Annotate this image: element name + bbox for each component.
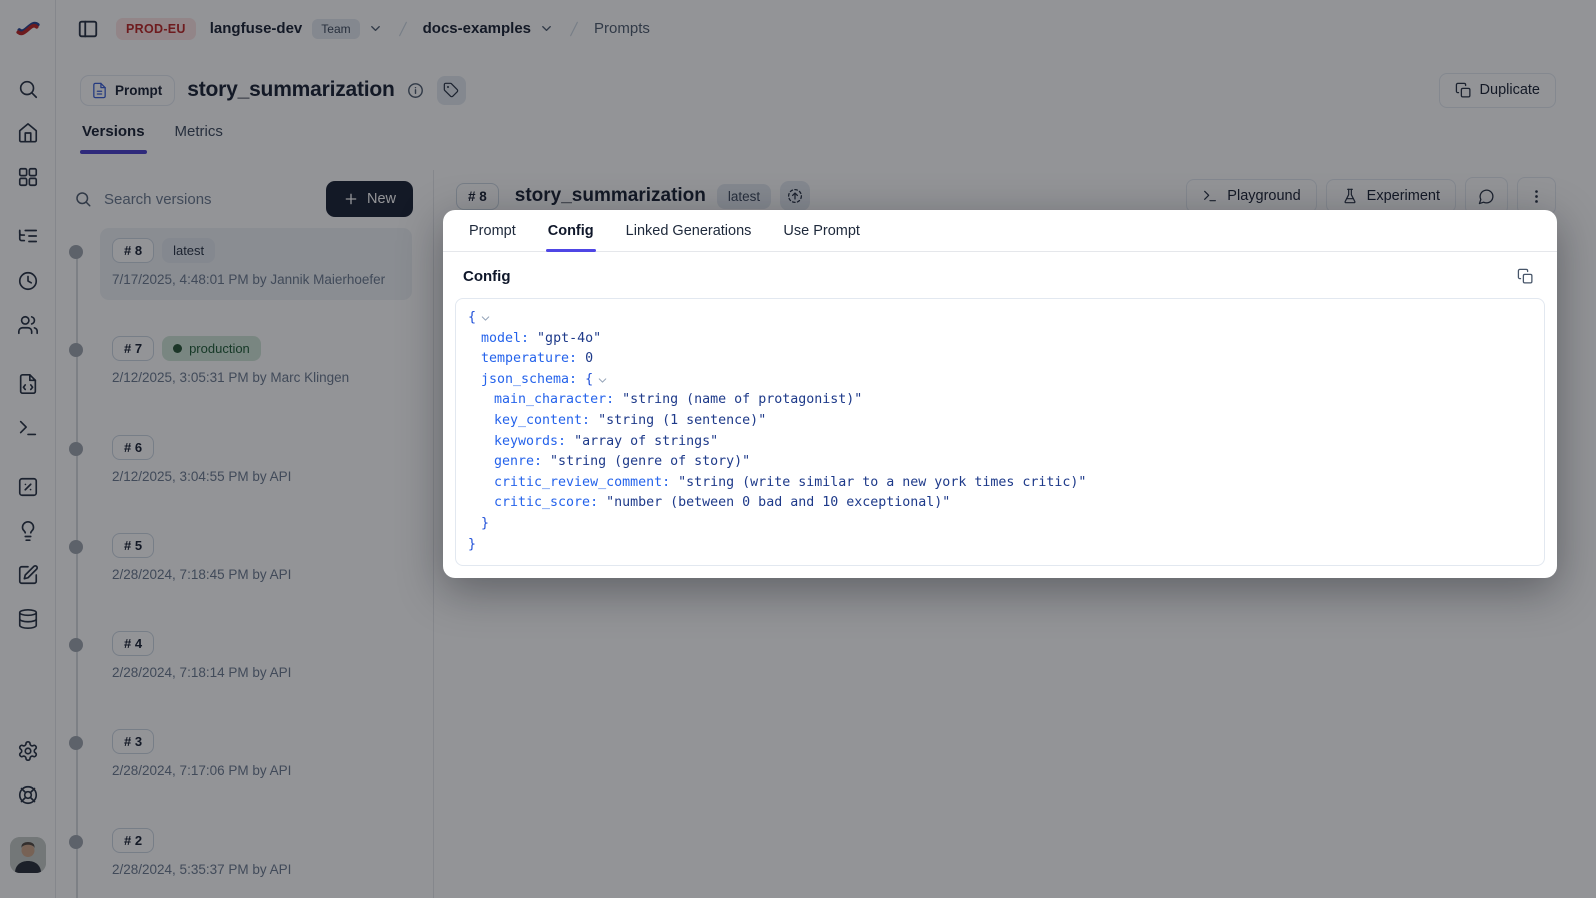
config-section-title: Config: [463, 268, 510, 285]
code-token: {: [468, 308, 476, 329]
config-code-box: {model: "gpt-4o"temperature: 0json_schem…: [455, 298, 1545, 566]
code-token: 0: [577, 349, 593, 370]
code-token: critic_review_comment:: [494, 473, 670, 494]
code-token: "string (genre of story)": [542, 452, 750, 473]
config-line: critic_score: "number (between 0 bad and…: [468, 493, 1532, 514]
code-token: "gpt-4o": [529, 329, 601, 350]
tab-config[interactable]: Config: [546, 210, 596, 251]
detail-tabs: Prompt Config Linked Generations Use Prompt: [443, 210, 1557, 252]
config-line: genre: "string (genre of story)": [468, 452, 1532, 473]
tab-use-prompt[interactable]: Use Prompt: [781, 210, 862, 251]
code-token: {: [577, 370, 593, 391]
code-token: "string (write similar to a new york tim…: [670, 473, 1086, 494]
version-detail-card: Prompt Config Linked Generations Use Prompt…: [443, 210, 1557, 578]
code-token: "array of strings": [566, 432, 718, 453]
config-line: }: [468, 514, 1532, 535]
config-line: model: "gpt-4o": [468, 329, 1532, 350]
code-token: "number (between 0 bad and 10 exceptiona…: [598, 493, 950, 514]
copy-config-button[interactable]: [1513, 264, 1537, 288]
code-token: }: [468, 535, 476, 556]
config-section-header: Config: [443, 252, 1557, 298]
code-token: critic_score:: [494, 493, 598, 514]
collapse-chevron-icon[interactable]: [479, 312, 492, 325]
tab-linked-generations[interactable]: Linked Generations: [624, 210, 754, 251]
config-line: }: [468, 535, 1532, 556]
config-line: critic_review_comment: "string (write si…: [468, 473, 1532, 494]
code-token: main_character:: [494, 390, 614, 411]
collapse-chevron-icon[interactable]: [596, 374, 609, 387]
code-token: key_content:: [494, 411, 590, 432]
config-line: json_schema: {: [468, 370, 1532, 391]
tab-prompt[interactable]: Prompt: [467, 210, 518, 251]
code-token: "string (1 sentence)": [590, 411, 766, 432]
copy-icon: [1517, 268, 1534, 285]
config-line: temperature: 0: [468, 349, 1532, 370]
langfuse-app: PROD-EU langfuse-dev Team docs-examples …: [0, 0, 1596, 898]
config-line: key_content: "string (1 sentence)": [468, 411, 1532, 432]
code-token: genre:: [494, 452, 542, 473]
config-line: main_character: "string (name of protago…: [468, 390, 1532, 411]
code-token: model:: [481, 329, 529, 350]
config-line: {: [468, 308, 1532, 329]
code-token: keywords:: [494, 432, 566, 453]
code-token: }: [481, 514, 489, 535]
config-code: {model: "gpt-4o"temperature: 0json_schem…: [468, 308, 1532, 555]
code-token: "string (name of protagonist)": [614, 390, 862, 411]
code-token: temperature:: [481, 349, 577, 370]
code-token: json_schema:: [481, 370, 577, 391]
config-line: keywords: "array of strings": [468, 432, 1532, 453]
